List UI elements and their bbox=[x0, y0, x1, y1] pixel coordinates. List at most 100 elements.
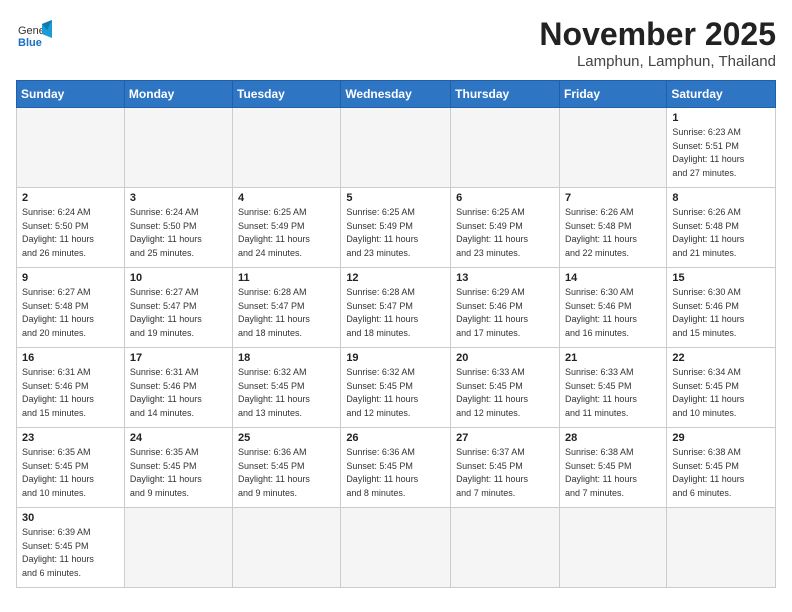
day-cell: 5 Sunrise: 6:25 AM Sunset: 5:49 PM Daylig… bbox=[341, 188, 451, 268]
day-cell: 22Sunrise: 6:34 AM Sunset: 5:45 PM Dayli… bbox=[667, 348, 776, 428]
day-cell: 19 Sunrise: 6:32 AM Sunset: 5:45 PM Dayli… bbox=[341, 348, 451, 428]
day-info: Sunrise: 6:35 AM Sunset: 5:45 PM Dayligh… bbox=[22, 446, 119, 500]
day-cell: 2 Sunrise: 6:24 AM Sunset: 5:50 PM Daylig… bbox=[17, 188, 125, 268]
day-info: Sunrise: 6:25 AM Sunset: 5:49 PM Dayligh… bbox=[346, 206, 445, 260]
day-info: Sunrise: 6:39 AM Sunset: 5:45 PM Dayligh… bbox=[22, 526, 119, 580]
day-info: Sunrise: 6:30 AM Sunset: 5:46 PM Dayligh… bbox=[672, 286, 770, 340]
day-number: 10 bbox=[130, 272, 227, 284]
day-info: Sunrise: 6:23 AM Sunset: 5:51 PM Dayligh… bbox=[672, 126, 770, 180]
day-info: Sunrise: 6:32 AM Sunset: 5:45 PM Dayligh… bbox=[346, 366, 445, 420]
day-cell bbox=[124, 508, 232, 588]
day-number: 14 bbox=[565, 272, 661, 284]
day-cell: 16 Sunrise: 6:31 AM Sunset: 5:46 PM Dayli… bbox=[17, 348, 125, 428]
day-cell: 21 Sunrise: 6:33 AM Sunset: 5:45 PM Dayli… bbox=[559, 348, 666, 428]
day-number: 23 bbox=[22, 432, 119, 444]
day-number: 3 bbox=[130, 192, 227, 204]
week-row-3: 9 Sunrise: 6:27 AM Sunset: 5:48 PM Daylig… bbox=[17, 268, 776, 348]
day-cell: 14Sunrise: 6:30 AM Sunset: 5:46 PM Dayli… bbox=[559, 268, 666, 348]
day-cell bbox=[341, 108, 451, 188]
day-cell bbox=[559, 108, 666, 188]
day-info: Sunrise: 6:37 AM Sunset: 5:45 PM Dayligh… bbox=[456, 446, 554, 500]
day-info: Sunrise: 6:35 AM Sunset: 5:45 PM Dayligh… bbox=[130, 446, 227, 500]
day-cell bbox=[341, 508, 451, 588]
week-row-2: 2 Sunrise: 6:24 AM Sunset: 5:50 PM Daylig… bbox=[17, 188, 776, 268]
day-info: Sunrise: 6:25 AM Sunset: 5:49 PM Dayligh… bbox=[238, 206, 335, 260]
day-cell: 8 Sunrise: 6:26 AM Sunset: 5:48 PM Daylig… bbox=[667, 188, 776, 268]
day-info: Sunrise: 6:33 AM Sunset: 5:45 PM Dayligh… bbox=[565, 366, 661, 420]
day-info: Sunrise: 6:27 AM Sunset: 5:47 PM Dayligh… bbox=[130, 286, 227, 340]
col-header-thursday: Thursday bbox=[451, 81, 560, 108]
day-cell: 1 Sunrise: 6:23 AM Sunset: 5:51 PM Daylig… bbox=[667, 108, 776, 188]
day-number: 7 bbox=[565, 192, 661, 204]
day-info: Sunrise: 6:27 AM Sunset: 5:48 PM Dayligh… bbox=[22, 286, 119, 340]
day-number: 24 bbox=[130, 432, 227, 444]
page-header: General Blue November 2025 Lamphun, Lamp… bbox=[16, 16, 776, 70]
day-cell: 20 Sunrise: 6:33 AM Sunset: 5:45 PM Dayli… bbox=[451, 348, 560, 428]
location-title: Lamphun, Lamphun, Thailand bbox=[539, 53, 776, 70]
day-cell: 27 Sunrise: 6:37 AM Sunset: 5:45 PM Dayli… bbox=[451, 428, 560, 508]
col-header-wednesday: Wednesday bbox=[341, 81, 451, 108]
day-number: 21 bbox=[565, 352, 661, 364]
col-header-sunday: Sunday bbox=[17, 81, 125, 108]
day-number: 15 bbox=[672, 272, 770, 284]
day-number: 4 bbox=[238, 192, 335, 204]
day-number: 12 bbox=[346, 272, 445, 284]
day-cell: 29Sunrise: 6:38 AM Sunset: 5:45 PM Dayli… bbox=[667, 428, 776, 508]
day-number: 29 bbox=[672, 432, 770, 444]
day-info: Sunrise: 6:31 AM Sunset: 5:46 PM Dayligh… bbox=[22, 366, 119, 420]
day-info: Sunrise: 6:36 AM Sunset: 5:45 PM Dayligh… bbox=[346, 446, 445, 500]
day-cell: 9 Sunrise: 6:27 AM Sunset: 5:48 PM Daylig… bbox=[17, 268, 125, 348]
day-cell bbox=[559, 508, 666, 588]
day-number: 17 bbox=[130, 352, 227, 364]
day-number: 9 bbox=[22, 272, 119, 284]
day-cell: 24 Sunrise: 6:35 AM Sunset: 5:45 PM Dayli… bbox=[124, 428, 232, 508]
day-cell: 12 Sunrise: 6:28 AM Sunset: 5:47 PM Dayli… bbox=[341, 268, 451, 348]
title-section: November 2025 Lamphun, Lamphun, Thailand bbox=[539, 16, 776, 70]
day-number: 8 bbox=[672, 192, 770, 204]
day-number: 26 bbox=[346, 432, 445, 444]
day-number: 30 bbox=[22, 512, 119, 524]
day-info: Sunrise: 6:29 AM Sunset: 5:46 PM Dayligh… bbox=[456, 286, 554, 340]
day-number: 16 bbox=[22, 352, 119, 364]
day-number: 1 bbox=[672, 112, 770, 124]
day-number: 11 bbox=[238, 272, 335, 284]
day-info: Sunrise: 6:36 AM Sunset: 5:45 PM Dayligh… bbox=[238, 446, 335, 500]
day-number: 18 bbox=[238, 352, 335, 364]
day-number: 2 bbox=[22, 192, 119, 204]
week-row-4: 16 Sunrise: 6:31 AM Sunset: 5:46 PM Dayli… bbox=[17, 348, 776, 428]
day-cell: 23 Sunrise: 6:35 AM Sunset: 5:45 PM Dayli… bbox=[17, 428, 125, 508]
day-cell: 7 Sunrise: 6:26 AM Sunset: 5:48 PM Daylig… bbox=[559, 188, 666, 268]
day-number: 6 bbox=[456, 192, 554, 204]
day-cell: 26 Sunrise: 6:36 AM Sunset: 5:45 PM Dayli… bbox=[341, 428, 451, 508]
day-info: Sunrise: 6:24 AM Sunset: 5:50 PM Dayligh… bbox=[22, 206, 119, 260]
day-cell bbox=[124, 108, 232, 188]
day-cell bbox=[667, 508, 776, 588]
svg-text:Blue: Blue bbox=[18, 37, 42, 49]
day-number: 27 bbox=[456, 432, 554, 444]
day-cell: 4 Sunrise: 6:25 AM Sunset: 5:49 PM Daylig… bbox=[233, 188, 341, 268]
day-cell: 13 Sunrise: 6:29 AM Sunset: 5:46 PM Dayli… bbox=[451, 268, 560, 348]
day-info: Sunrise: 6:28 AM Sunset: 5:47 PM Dayligh… bbox=[346, 286, 445, 340]
col-header-friday: Friday bbox=[559, 81, 666, 108]
day-cell: 11Sunrise: 6:28 AM Sunset: 5:47 PM Dayli… bbox=[233, 268, 341, 348]
day-number: 28 bbox=[565, 432, 661, 444]
day-cell: 3Sunrise: 6:24 AM Sunset: 5:50 PM Daylig… bbox=[124, 188, 232, 268]
month-title: November 2025 bbox=[539, 16, 776, 53]
day-cell: 10 Sunrise: 6:27 AM Sunset: 5:47 PM Dayli… bbox=[124, 268, 232, 348]
day-number: 19 bbox=[346, 352, 445, 364]
day-info: Sunrise: 6:26 AM Sunset: 5:48 PM Dayligh… bbox=[672, 206, 770, 260]
day-number: 20 bbox=[456, 352, 554, 364]
day-number: 5 bbox=[346, 192, 445, 204]
day-info: Sunrise: 6:33 AM Sunset: 5:45 PM Dayligh… bbox=[456, 366, 554, 420]
day-cell bbox=[451, 108, 560, 188]
day-info: Sunrise: 6:26 AM Sunset: 5:48 PM Dayligh… bbox=[565, 206, 661, 260]
week-row-6: 30 Sunrise: 6:39 AM Sunset: 5:45 PM Dayli… bbox=[17, 508, 776, 588]
day-cell bbox=[451, 508, 560, 588]
day-number: 13 bbox=[456, 272, 554, 284]
day-cell: 6Sunrise: 6:25 AM Sunset: 5:49 PM Daylig… bbox=[451, 188, 560, 268]
day-info: Sunrise: 6:34 AM Sunset: 5:45 PM Dayligh… bbox=[672, 366, 770, 420]
day-cell bbox=[17, 108, 125, 188]
col-header-monday: Monday bbox=[124, 81, 232, 108]
day-cell: 18Sunrise: 6:32 AM Sunset: 5:45 PM Dayli… bbox=[233, 348, 341, 428]
logo: General Blue bbox=[16, 16, 52, 52]
